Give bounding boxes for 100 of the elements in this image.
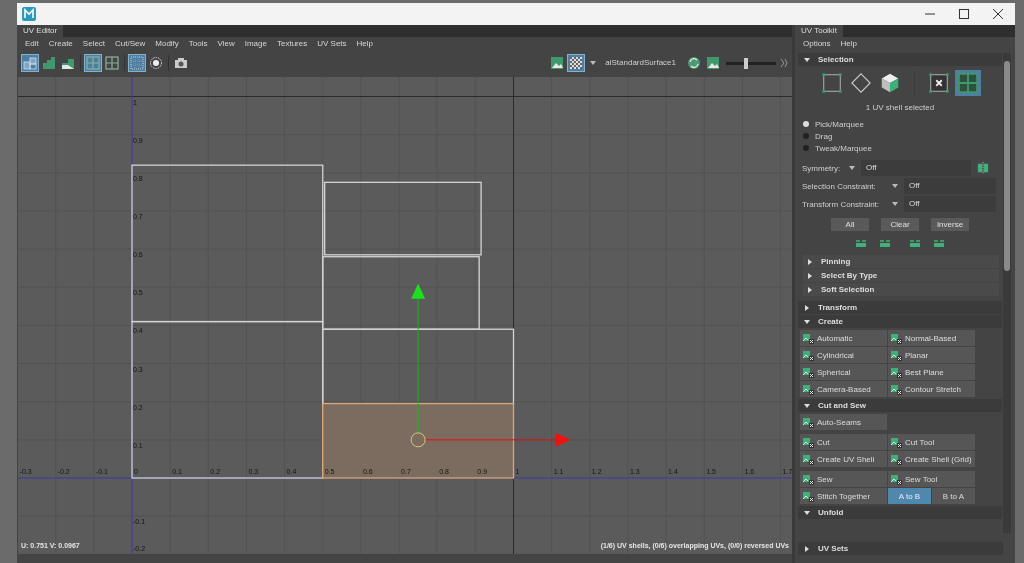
checker-icon bbox=[569, 56, 584, 70]
menu-item[interactable]: Tools bbox=[183, 38, 213, 50]
grid-icon bbox=[86, 56, 100, 70]
selection-mode-button[interactable] bbox=[848, 70, 874, 96]
menu-item[interactable]: Select bbox=[77, 38, 111, 50]
cycle-icon[interactable] bbox=[687, 56, 701, 70]
menu-item[interactable]: Image bbox=[239, 38, 272, 50]
menu-item[interactable]: UV Sets bbox=[312, 38, 352, 50]
section-header[interactable]: Unfold bbox=[798, 506, 1002, 519]
tool-icon bbox=[802, 436, 814, 448]
dotted-grid-icon bbox=[130, 56, 144, 70]
slider-thumb[interactable] bbox=[744, 58, 749, 69]
tool-icon bbox=[802, 453, 814, 465]
tool-button[interactable]: Automatic bbox=[800, 330, 887, 346]
select-button[interactable]: All bbox=[831, 218, 869, 231]
menu-item[interactable]: Help bbox=[835, 38, 863, 50]
section-header[interactable]: UV Sets bbox=[798, 542, 1003, 555]
camera-icon bbox=[174, 56, 188, 70]
tool-button[interactable]: Cylindrical bbox=[800, 347, 887, 363]
menu-item[interactable]: Textures bbox=[271, 38, 313, 50]
tool-button[interactable]: Cut Tool bbox=[888, 434, 975, 450]
steps-icon bbox=[42, 56, 56, 70]
scrollbar[interactable] bbox=[1003, 53, 1011, 533]
dropdown-field[interactable]: Off bbox=[904, 196, 996, 212]
panel-tab[interactable]: UV Toolkit bbox=[795, 25, 843, 37]
menu-item[interactable]: Create bbox=[43, 38, 78, 50]
dropdown-field[interactable]: Off bbox=[861, 160, 971, 176]
subsection-header[interactable]: Soft Selection bbox=[803, 283, 999, 296]
subsection-header[interactable]: Pinning bbox=[803, 255, 999, 268]
uv-shell[interactable] bbox=[131, 164, 324, 323]
section-title: Soft Selection bbox=[821, 285, 875, 294]
tool-icon bbox=[802, 473, 814, 485]
mirror-icon[interactable] bbox=[977, 162, 989, 174]
caret-icon[interactable] bbox=[590, 61, 597, 65]
tool-button[interactable]: Planar bbox=[888, 347, 975, 363]
radio-option[interactable]: Pick/Marquee bbox=[798, 118, 864, 130]
radio-dot[interactable] bbox=[803, 133, 809, 139]
panel-tab[interactable]: UV Editor bbox=[17, 25, 64, 37]
chevron-icon[interactable] bbox=[780, 58, 788, 68]
close-icon bbox=[993, 9, 1003, 19]
menu-item[interactable]: Help bbox=[351, 38, 378, 50]
caret-icon[interactable] bbox=[892, 184, 898, 188]
tool-button[interactable]: Best Plane bbox=[888, 364, 975, 380]
radio-dot[interactable] bbox=[803, 145, 809, 151]
steps-icon bbox=[61, 56, 75, 70]
menu-item[interactable]: Edit bbox=[20, 38, 44, 50]
tool-button[interactable]: Contour Stretch bbox=[888, 381, 975, 397]
selection-mode-button[interactable] bbox=[926, 70, 952, 96]
uv-shell[interactable] bbox=[324, 181, 482, 256]
radio-option[interactable]: Tweak/Marquee bbox=[798, 142, 872, 154]
tool-button[interactable]: Create UV Shell bbox=[800, 451, 887, 467]
tool-button[interactable]: Stitch Together bbox=[800, 488, 887, 504]
section-header[interactable]: Transform bbox=[798, 301, 1002, 314]
menu-item[interactable]: Modify bbox=[150, 38, 184, 50]
menu-item[interactable]: View bbox=[212, 38, 240, 50]
image-icon[interactable] bbox=[706, 56, 720, 70]
pivot-handle[interactable] bbox=[410, 432, 426, 448]
toolbar-button[interactable] bbox=[567, 54, 586, 72]
subsection-header[interactable]: Select By Type bbox=[803, 269, 999, 282]
radio-dot[interactable] bbox=[803, 121, 809, 127]
toggle-button[interactable]: B to A bbox=[932, 488, 975, 504]
caret-icon[interactable] bbox=[849, 166, 855, 170]
dropdown-field[interactable]: Off bbox=[904, 178, 996, 194]
caret-icon[interactable] bbox=[892, 202, 898, 206]
tool-button[interactable]: Cut bbox=[800, 434, 887, 450]
uv-shell[interactable] bbox=[322, 256, 480, 330]
tool-button[interactable]: Camera-Based bbox=[800, 381, 887, 397]
tool-button[interactable]: Normal-Based bbox=[888, 330, 975, 346]
select-button[interactable]: Clear bbox=[881, 218, 919, 231]
tool-icon bbox=[802, 366, 814, 378]
menu-item[interactable]: Options bbox=[798, 38, 836, 50]
tool-icon bbox=[802, 349, 814, 361]
section-title: Create bbox=[818, 317, 843, 326]
toggle-button[interactable]: A to B bbox=[888, 488, 931, 504]
tool-button[interactable]: Sew bbox=[800, 471, 887, 487]
align-icon[interactable] bbox=[855, 238, 867, 248]
align-icon[interactable] bbox=[879, 238, 891, 248]
section-header[interactable]: Cut and Sew bbox=[798, 399, 1002, 412]
align-icon[interactable] bbox=[933, 238, 945, 248]
toolbar-button[interactable] bbox=[103, 54, 121, 72]
uv-shell[interactable] bbox=[131, 320, 324, 479]
exposure-slider[interactable] bbox=[726, 57, 776, 69]
tool-icon bbox=[890, 332, 902, 344]
tool-icon bbox=[890, 453, 902, 465]
section-header[interactable]: Create bbox=[798, 315, 1002, 328]
tool-button[interactable]: Create Shell (Grid) bbox=[888, 451, 975, 467]
uv-shell[interactable] bbox=[322, 402, 515, 479]
section-header[interactable]: Selection bbox=[798, 53, 1002, 66]
tool-button[interactable]: Sew Tool bbox=[888, 471, 975, 487]
field-label: Symmetry: bbox=[802, 163, 842, 173]
toolbar-button[interactable] bbox=[147, 54, 165, 72]
v-axis-arrow[interactable] bbox=[411, 283, 426, 434]
tool-button[interactable]: Auto-Seams bbox=[800, 414, 887, 430]
tool-button[interactable]: Spherical bbox=[800, 364, 887, 380]
align-icon[interactable] bbox=[909, 238, 921, 248]
menu-item[interactable]: Cut/Sew bbox=[110, 38, 151, 50]
radio-option[interactable]: Drag bbox=[798, 130, 833, 142]
select-button[interactable]: Inverse bbox=[931, 218, 969, 231]
selection-mode-button[interactable] bbox=[819, 70, 845, 96]
tool-icon bbox=[890, 383, 902, 395]
